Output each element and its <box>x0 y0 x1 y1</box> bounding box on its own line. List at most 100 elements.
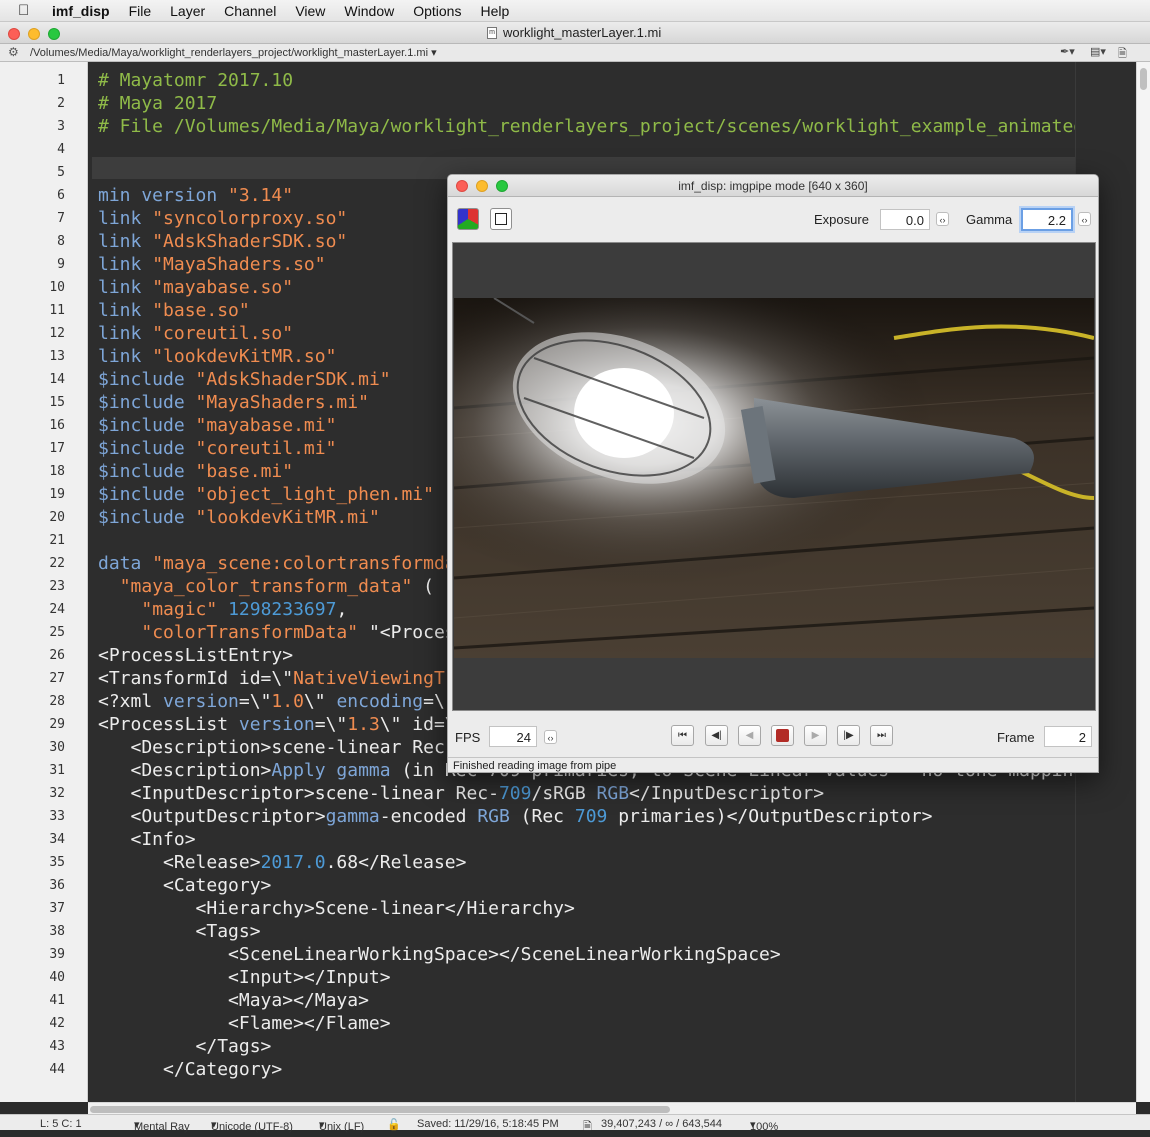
alpha-channel-icon[interactable] <box>490 208 512 230</box>
line-number: 24 <box>49 602 65 617</box>
imf-close-button[interactable] <box>456 180 468 192</box>
go-to-first-frame-button[interactable]: ⏮ <box>671 725 694 746</box>
line-number: 40 <box>49 970 65 985</box>
document-stats: 39,407,243 / ∞ / 643,544 <box>601 1118 722 1130</box>
file-path[interactable]: /Volumes/Media/Maya/worklight_renderlaye… <box>30 46 437 59</box>
code-token: $include <box>98 461 196 482</box>
zoom-window-button[interactable] <box>48 28 60 40</box>
line-ending-selector[interactable]: Unix (LF) ▾ <box>319 1118 364 1133</box>
code-token: (Rec <box>509 806 575 827</box>
stack-icon[interactable]: ▤▾ <box>1090 45 1106 58</box>
line-number: 21 <box>49 533 65 548</box>
lock-icon[interactable]: 🔓 <box>387 1118 401 1131</box>
code-token: /sRGB <box>531 783 597 804</box>
line-number: 7 <box>57 211 65 226</box>
exposure-stepper[interactable]: ‹› <box>936 212 949 226</box>
imf-status-message: Finished reading image from pipe <box>448 757 1098 772</box>
step-forward-icon[interactable]: |▶ <box>837 725 860 746</box>
language-selector[interactable]: Mental Ray ▾ <box>134 1118 190 1133</box>
cursor-position[interactable]: L: 5 C: 1 <box>40 1118 82 1130</box>
code-line: <SceneLinearWorkingSpace></SceneLinearWo… <box>98 943 781 966</box>
document-stats-icon: 🗎 <box>583 1121 592 1133</box>
code-token: link <box>98 346 153 367</box>
line-number: 4 <box>57 142 65 157</box>
fps-field[interactable]: 24 <box>489 726 537 747</box>
code-token: ( <box>412 576 434 597</box>
status-bar: L: 5 C: 1 Mental Ray ▾ Unicode (UTF-8) ▾… <box>0 1114 1150 1133</box>
step-back-icon[interactable]: ◀| <box>705 725 728 746</box>
code-token: <SceneLinearWorkingSpace></SceneLinearWo… <box>98 944 781 965</box>
code-token: <Info> <box>98 829 196 850</box>
menu-layer[interactable]: Layer <box>170 3 205 19</box>
code-line: <Description>scene-linear Rec <box>98 736 445 759</box>
color-channels-icon[interactable] <box>457 208 479 230</box>
imf-minimize-button[interactable] <box>476 180 488 192</box>
play-backward-button[interactable]: ◀ <box>738 725 761 746</box>
code-token: -encoded <box>379 806 478 827</box>
document-title-text: worklight_masterLayer.1.mi <box>503 25 662 40</box>
rendered-image <box>454 298 1094 658</box>
vertical-scrollbar[interactable] <box>1136 62 1150 1102</box>
code-token: 709 <box>574 806 608 827</box>
minimize-window-button[interactable] <box>28 28 40 40</box>
code-token: gamma <box>325 806 380 827</box>
go-to-last-frame-button[interactable]: ⏭ <box>870 725 893 746</box>
menu-channel[interactable]: Channel <box>224 3 276 19</box>
line-number: 16 <box>49 418 65 433</box>
gear-icon[interactable]: ⚙ <box>8 45 19 59</box>
menu-view[interactable]: View <box>295 3 325 19</box>
horizontal-scroll-thumb[interactable] <box>90 1106 670 1113</box>
horizontal-scrollbar[interactable] <box>88 1102 1136 1114</box>
line-number: 1 <box>57 73 65 88</box>
code-token: "coreutil.so" <box>152 323 294 344</box>
code-token: "lookdevKitMR.mi" <box>195 507 380 528</box>
line-number: 11 <box>49 303 65 318</box>
imf-zoom-button[interactable] <box>496 180 508 192</box>
menu-file[interactable]: File <box>129 3 152 19</box>
line-number: 15 <box>49 395 65 410</box>
code-token: <Maya></Maya> <box>98 990 369 1011</box>
code-line: <Input></Input> <box>98 966 391 989</box>
frame-field[interactable]: 2 <box>1044 726 1092 747</box>
line-number: 42 <box>49 1016 65 1031</box>
play-forward-button[interactable]: ▶ <box>804 725 827 746</box>
encoding-selector[interactable]: Unicode (UTF-8) ▾ <box>211 1118 293 1133</box>
code-token: <ProcessList <box>98 714 239 735</box>
line-number: 41 <box>49 993 65 1008</box>
gamma-field[interactable]: 2.2 <box>1021 208 1073 231</box>
gamma-stepper[interactable]: ‹› <box>1078 212 1091 226</box>
zoom-selector[interactable]: 100% ▾ <box>750 1118 778 1133</box>
code-line: <Flame></Flame> <box>98 1012 391 1035</box>
imf-title-bar[interactable]: imf_disp: imgpipe mode [640 x 360] <box>448 175 1098 197</box>
line-number: 37 <box>49 901 65 916</box>
image-viewport[interactable] <box>452 242 1096 711</box>
code-token: # Maya 2017 <box>98 93 218 114</box>
code-token: .68</Release> <box>325 852 467 873</box>
vertical-scroll-thumb[interactable] <box>1140 68 1147 90</box>
code-line: $include "base.mi" <box>98 460 293 483</box>
code-token: "magic" <box>141 599 218 620</box>
menu-options[interactable]: Options <box>413 3 461 19</box>
code-line: link "lookdevKitMR.so" <box>98 345 336 368</box>
stop-square-icon <box>776 729 789 742</box>
line-number: 36 <box>49 878 65 893</box>
imf-window-title: imf_disp: imgpipe mode [640 x 360] <box>678 179 868 193</box>
code-token: $include <box>98 438 196 459</box>
line-number: 44 <box>49 1062 65 1077</box>
menu-window[interactable]: Window <box>344 3 394 19</box>
code-token: link <box>98 300 153 321</box>
exposure-field[interactable]: 0.0 <box>880 209 930 230</box>
gamma-label: Gamma <box>966 212 1013 227</box>
code-token: <ProcessListEntry> <box>98 645 294 666</box>
pen-icon[interactable]: ✒▾ <box>1060 45 1075 58</box>
apple-menu-icon[interactable]:  <box>18 2 38 19</box>
code-token: </Category> <box>98 1059 283 1080</box>
menu-app-name[interactable]: imf_disp <box>52 3 110 19</box>
menu-help[interactable]: Help <box>480 3 509 19</box>
line-ending-label: Unix (LF) <box>319 1121 365 1133</box>
fps-stepper[interactable]: ‹› <box>544 730 557 744</box>
line-number-gutter: 1 2 3 4 5 6 7 8 9 10 11 12 13 14 15 16 17 18 19 20 21 22 23 24 2… <box>0 62 88 1102</box>
close-window-button[interactable] <box>8 28 20 40</box>
stop-button[interactable] <box>771 725 794 746</box>
